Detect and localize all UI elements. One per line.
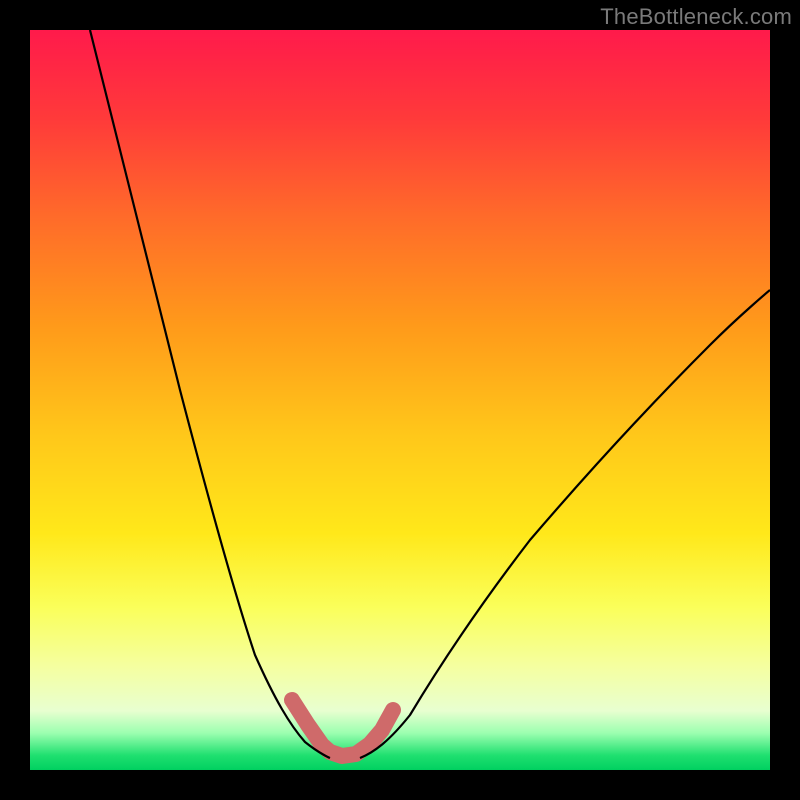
plot-area: [30, 30, 770, 770]
left-curve: [90, 30, 330, 758]
watermark-text: TheBottleneck.com: [600, 4, 792, 30]
chart-frame: TheBottleneck.com: [0, 0, 800, 800]
curve-layer: [30, 30, 770, 770]
right-curve: [360, 290, 770, 758]
